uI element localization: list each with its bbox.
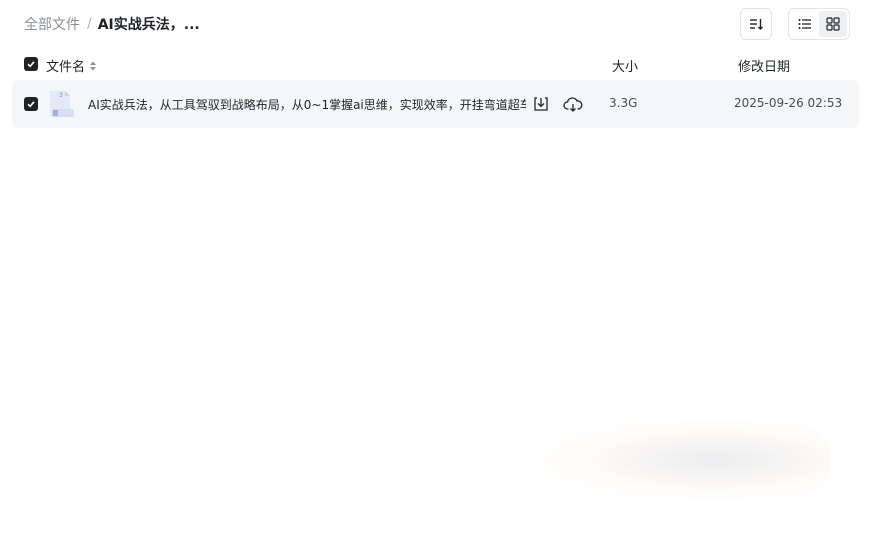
- breadcrumb-root-link[interactable]: 全部文件: [24, 14, 80, 34]
- file-date: 2025-09-26 02:53: [734, 96, 843, 110]
- decorative-glow: [540, 420, 830, 500]
- folder-doc-icon: 3: [50, 91, 74, 117]
- breadcrumb-separator: /: [87, 16, 92, 32]
- check-icon: [27, 61, 35, 68]
- cloud-save-icon[interactable]: [563, 95, 583, 113]
- grid-view-icon: [826, 17, 840, 31]
- column-header-date[interactable]: 修改日期: [738, 56, 790, 75]
- top-bar: 全部文件 / AI实战兵法，...: [0, 0, 874, 48]
- check-icon: [27, 101, 35, 108]
- list-view-button[interactable]: [791, 11, 819, 37]
- row-checkbox[interactable]: [24, 97, 38, 111]
- select-all-checkbox[interactable]: [24, 57, 38, 71]
- grid-view-button[interactable]: [819, 11, 847, 37]
- sort-button[interactable]: [740, 8, 772, 40]
- svg-text:3: 3: [59, 92, 63, 99]
- column-header-size[interactable]: 大小: [612, 56, 638, 75]
- column-header-name-label: 文件名: [46, 60, 86, 75]
- sort-icon: [750, 19, 763, 30]
- view-switch: [788, 8, 850, 40]
- column-header-name[interactable]: 文件名: [46, 56, 97, 75]
- download-icon[interactable]: [532, 95, 550, 113]
- sort-toggle-icon: [89, 60, 97, 72]
- file-name[interactable]: AI实战兵法，从工具驾驭到战略布局，从0~1掌握ai思维，实现效率，开挂弯道超车: [88, 96, 526, 113]
- list-view-icon: [798, 19, 811, 29]
- table-header: 文件名 大小 修改日期: [0, 48, 874, 80]
- breadcrumb: 全部文件 / AI实战兵法，...: [24, 14, 200, 34]
- breadcrumb-current: AI实战兵法，...: [97, 17, 200, 33]
- table-row[interactable]: 3 AI实战兵法，从工具驾驭到战略布局，从0~1掌握ai思维，实现效率，开挂弯道…: [12, 80, 859, 128]
- file-size: 3.3G: [609, 96, 638, 110]
